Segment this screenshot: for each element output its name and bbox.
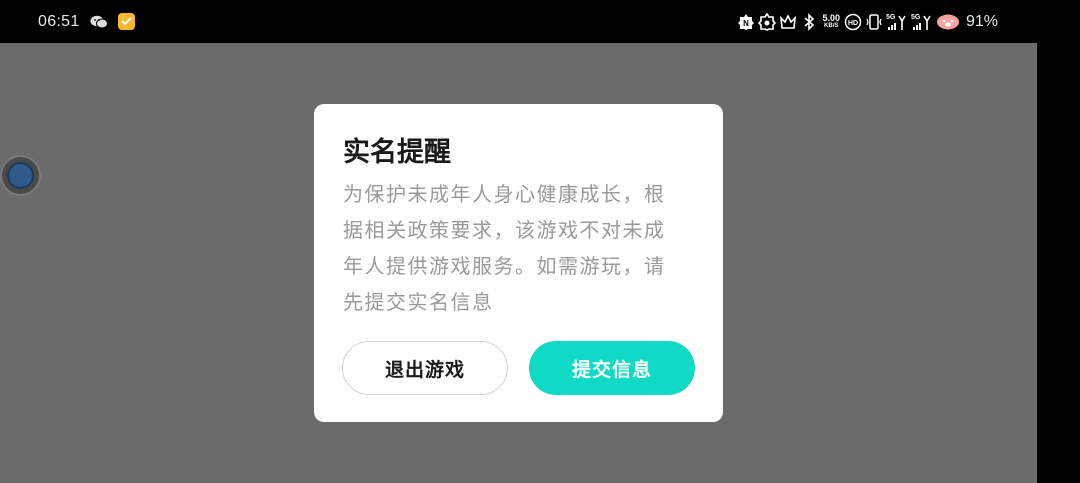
notification-icon: N — [737, 13, 755, 31]
exit-game-button[interactable]: 退出游戏 — [342, 341, 508, 395]
status-time: 06:51 — [38, 12, 80, 30]
screen-edge — [1037, 43, 1080, 483]
floating-assistant-button[interactable] — [0, 155, 41, 196]
status-right: N 5.00 KB/S HD 5G 5G 91% — [737, 0, 998, 43]
battery-icon — [936, 13, 960, 31]
signal-icon: 5G — [911, 13, 933, 31]
submit-info-button[interactable]: 提交信息 — [529, 341, 695, 395]
net-speed-value: 5.00 — [822, 12, 840, 23]
status-bar: 06:51 N 5.00 KB/S HD 5G 5G 91% — [0, 0, 1080, 43]
notification-icon — [758, 12, 777, 31]
app-notification-icon — [117, 13, 135, 30]
real-name-dialog: 实名提醒 为保护未成年人身心健康成长，根据相关政策要求，该游戏不对未成年人提供游… — [314, 104, 723, 422]
battery-percent: 91% — [965, 12, 998, 30]
net-speed: 5.00 KB/S — [822, 12, 840, 30]
bluetooth-icon — [800, 12, 818, 31]
svg-text:N: N — [744, 19, 750, 28]
signal-icon: 5G — [886, 13, 908, 31]
status-left: 06:51 — [38, 0, 135, 43]
vibrate-icon — [865, 13, 883, 31]
dialog-message: 为保护未成年人身心健康成长，根据相关政策要求，该游戏不对未成年人提供游戏服务。如… — [343, 182, 666, 314]
signal-2-label: 5G — [910, 13, 921, 21]
assistant-icon — [7, 162, 34, 189]
crown-icon — [779, 13, 797, 31]
svg-text:HD: HD — [848, 20, 858, 27]
signal-1-label: 5G — [885, 13, 896, 21]
dialog-title: 实名提醒 — [343, 137, 451, 168]
hd-icon: HD — [844, 13, 862, 31]
net-speed-unit: KB/S — [824, 22, 839, 29]
wechat-icon — [90, 15, 108, 29]
